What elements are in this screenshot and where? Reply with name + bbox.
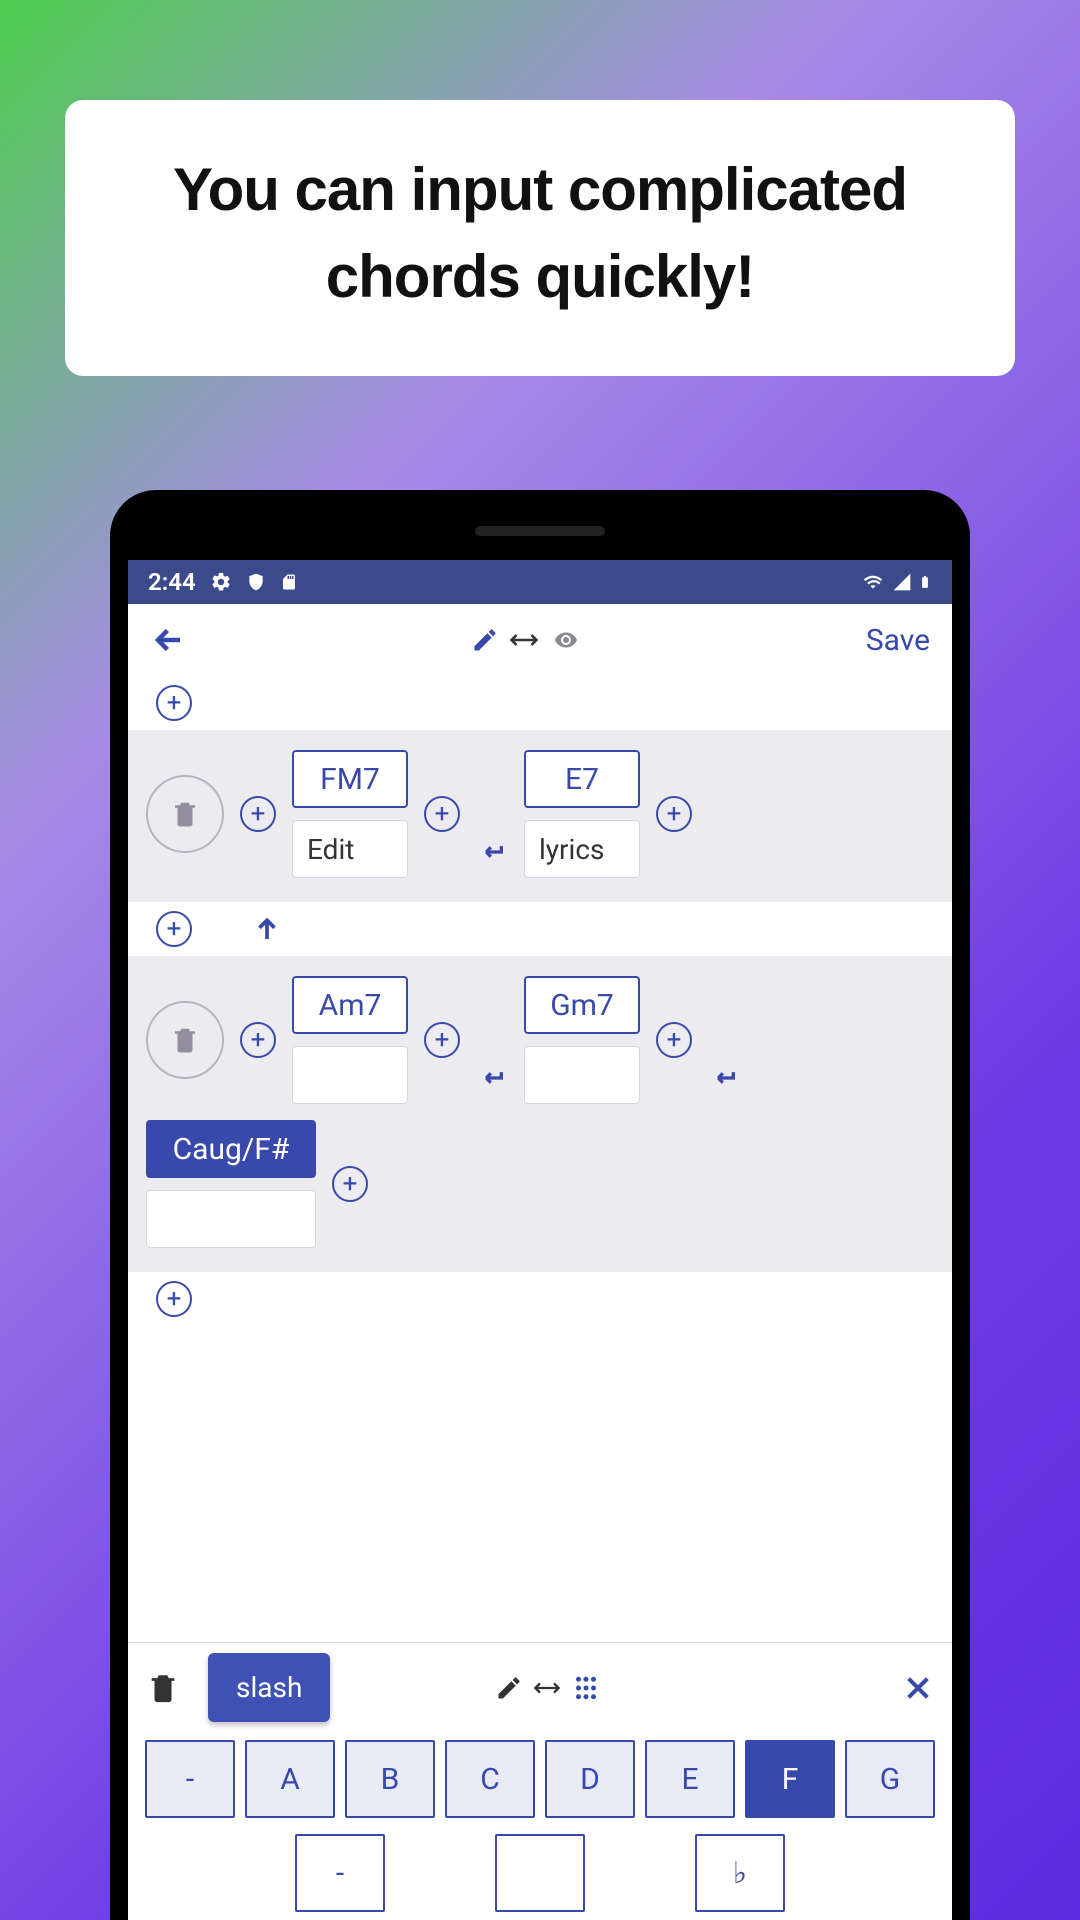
device-frame: 2:44 (110, 490, 970, 1920)
pencil-icon (495, 1674, 523, 1702)
shield-icon (246, 571, 266, 593)
add-cell-button[interactable]: + (656, 796, 692, 832)
key-accidental[interactable]: ♭ (695, 1834, 785, 1912)
chord-chip-selected[interactable]: Caug/F# (146, 1120, 316, 1178)
signal-icon (892, 572, 912, 592)
lyric-input[interactable] (524, 1046, 640, 1104)
save-button[interactable]: Save (866, 623, 930, 658)
add-cell-button[interactable]: + (656, 1022, 692, 1058)
key--[interactable]: - (145, 1740, 235, 1818)
chord-chip[interactable]: FM7 (292, 750, 408, 808)
chord-keyboard: slash -ABCDEFG -#♭ (128, 1642, 952, 1920)
chord-cell: Gm7 (524, 976, 640, 1104)
return-icon[interactable] (476, 1064, 508, 1092)
key-g[interactable]: G (845, 1740, 935, 1818)
add-cell-button[interactable]: + (240, 796, 276, 832)
app-screen: 2:44 (128, 560, 952, 1920)
promo-headline: You can input complicated chords quickly… (95, 146, 985, 320)
add-row-button[interactable]: + (156, 911, 192, 947)
keyboard-toolbar: slash (128, 1643, 952, 1732)
key-d[interactable]: D (545, 1740, 635, 1818)
chord-row-2: + Am7 + Gm7 + C (128, 956, 952, 1272)
chord-cell: E7 lyrics (524, 750, 640, 878)
swap-icon (509, 633, 539, 647)
move-up-icon[interactable] (252, 914, 282, 944)
keyboard-mode-chip[interactable]: slash (208, 1653, 330, 1722)
wifi-icon (860, 572, 886, 592)
add-cell-button[interactable]: + (424, 796, 460, 832)
mode-toggle-edit-preview[interactable] (471, 626, 583, 654)
chord-chip[interactable]: E7 (524, 750, 640, 808)
between-rows-bar: + (128, 902, 952, 956)
add-row-button[interactable]: + (156, 685, 192, 721)
add-cell-button[interactable]: + (424, 1022, 460, 1058)
add-row-bar-bottom: + (128, 1272, 952, 1326)
key-accidental[interactable]: # (495, 1834, 585, 1912)
status-left: 2:44 (148, 568, 298, 596)
status-bar: 2:44 (128, 560, 952, 604)
lyric-input[interactable] (292, 1046, 408, 1104)
key-a[interactable]: A (245, 1740, 335, 1818)
keyboard-row-notes: -ABCDEFG (128, 1732, 952, 1826)
lyric-input[interactable]: Edit (292, 820, 408, 878)
keyboard-mode-toggle[interactable] (495, 1673, 601, 1703)
chord-cell-selected: Caug/F# (146, 1120, 316, 1248)
delete-row-button[interactable] (146, 1001, 224, 1079)
swap-icon (533, 1681, 561, 1695)
lyric-input[interactable]: lyrics (524, 820, 640, 878)
status-right (860, 571, 932, 593)
key-e[interactable]: E (645, 1740, 735, 1818)
pencil-icon (471, 626, 499, 654)
battery-icon (918, 571, 932, 593)
key-b[interactable]: B (345, 1740, 435, 1818)
chord-row-1: + FM7 Edit + E7 lyrics + (128, 730, 952, 902)
eye-icon (549, 628, 583, 652)
add-cell-button[interactable]: + (332, 1166, 368, 1202)
app-toolbar: Save (128, 604, 952, 676)
lyric-input[interactable] (146, 1190, 316, 1248)
status-time: 2:44 (148, 568, 196, 596)
return-icon[interactable] (476, 838, 508, 866)
key-f[interactable]: F (745, 1740, 835, 1818)
chord-chip[interactable]: Gm7 (524, 976, 640, 1034)
gear-icon (210, 571, 232, 593)
key-c[interactable]: C (445, 1740, 535, 1818)
trash-icon[interactable] (146, 1669, 180, 1707)
back-icon[interactable] (150, 621, 188, 659)
close-icon[interactable] (902, 1672, 934, 1704)
add-row-button[interactable]: + (156, 1281, 192, 1317)
chord-chip[interactable]: Am7 (292, 976, 408, 1034)
chord-cell: FM7 Edit (292, 750, 408, 878)
add-row-bar: + (128, 676, 952, 730)
key-accidental[interactable]: - (295, 1834, 385, 1912)
add-cell-button[interactable]: + (240, 1022, 276, 1058)
promo-card: You can input complicated chords quickly… (65, 100, 1015, 376)
return-icon[interactable] (708, 1064, 740, 1092)
keyboard-row-accidentals: - # ♭ (128, 1826, 952, 1920)
delete-row-button[interactable] (146, 775, 224, 853)
chord-cell: Am7 (292, 976, 408, 1104)
dialpad-icon (571, 1673, 601, 1703)
sd-card-icon (280, 571, 298, 593)
